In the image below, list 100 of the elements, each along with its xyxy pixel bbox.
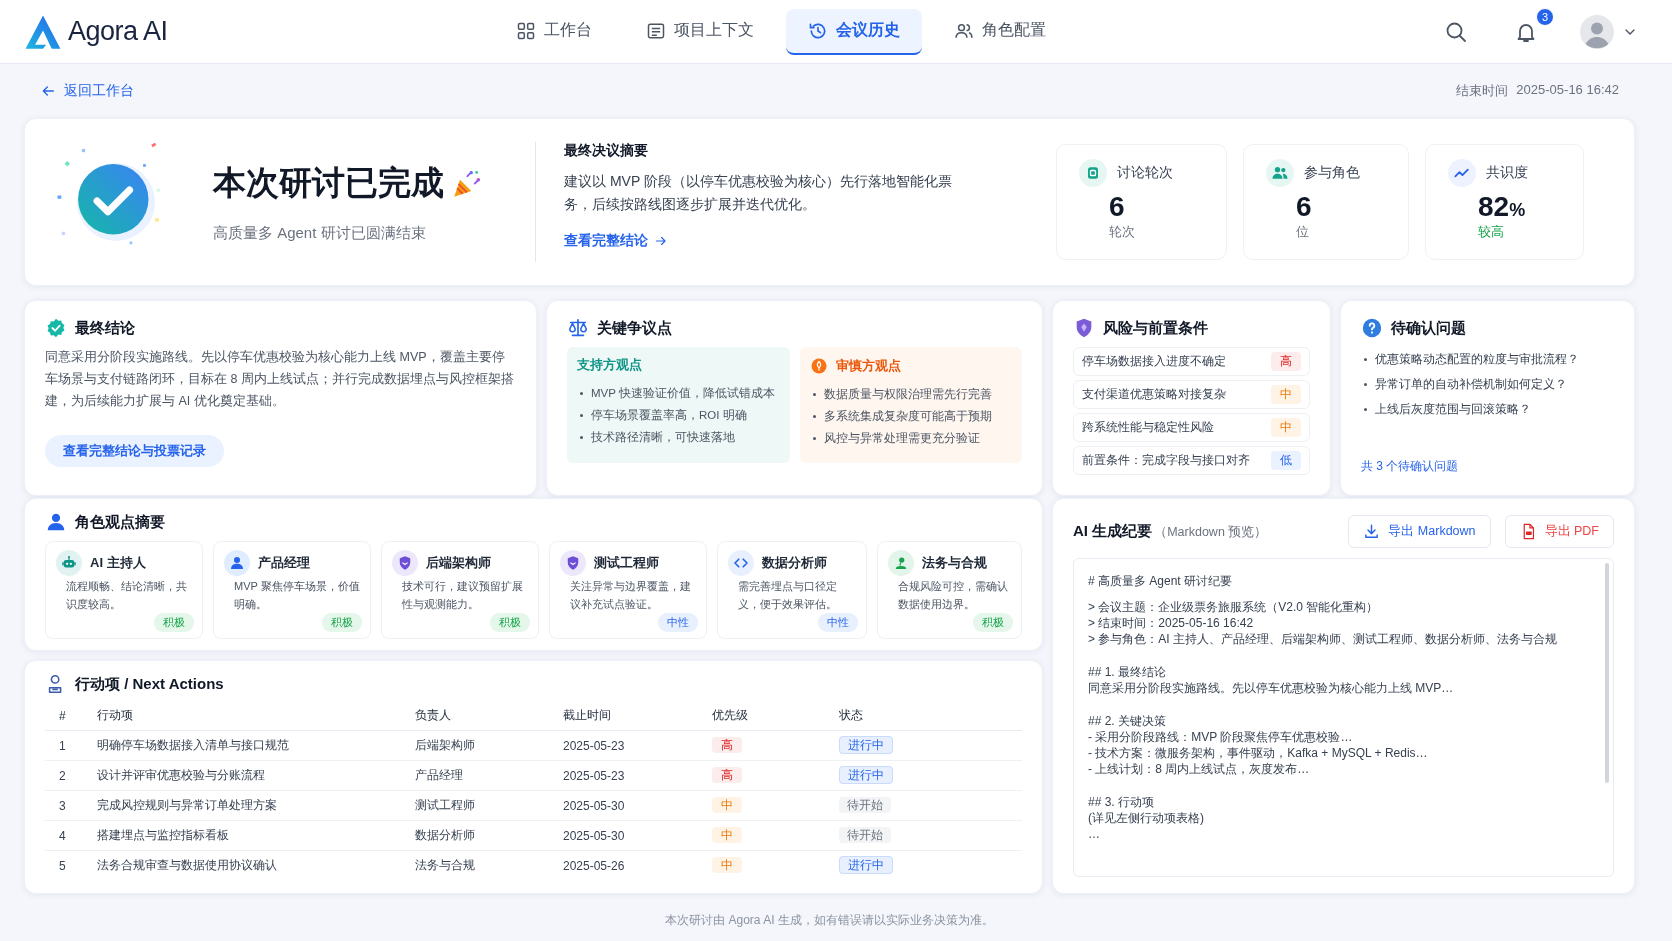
- table-cell: 数据分析师: [415, 820, 563, 851]
- priority-tag: 中: [712, 857, 742, 874]
- back-link[interactable]: 返回工作台: [40, 82, 134, 100]
- card-title: 角色观点摘要: [75, 512, 165, 532]
- table-cell: 后端架构师: [415, 730, 563, 761]
- markdown-line: ## 2. 关键决策: [1088, 713, 1168, 729]
- markdown-line: - 采用分阶段路线：MVP 阶段聚焦停车优惠校验…: [1088, 729, 1354, 745]
- stat-unit: %: [1509, 200, 1526, 221]
- priority-tag: 中: [712, 797, 742, 813]
- table-cell: 明确停车场数据接入清单与接口规范: [97, 730, 415, 761]
- column-header: #: [45, 703, 97, 731]
- stat-label: 参与角色: [1304, 164, 1360, 182]
- card-title: AI 生成纪要: [1073, 522, 1153, 541]
- table-cell: 2025-05-26: [563, 850, 712, 881]
- stance-tag: 中性: [818, 613, 858, 633]
- export-button[interactable]: 导出 PDF: [1504, 515, 1614, 548]
- arrow-left-icon: [40, 83, 56, 99]
- table-cell: 2025-05-30: [563, 790, 712, 821]
- bullet-point: 技术路径清晰，可快速落地: [591, 430, 735, 445]
- markdown-line: (详见左侧行动项表格): [1088, 810, 1205, 826]
- risk-text: 支付渠道优惠策略对接复杂: [1082, 386, 1226, 403]
- question-icon: [1361, 317, 1383, 339]
- priority-tag: 高: [712, 737, 742, 753]
- stat-label: 共识度: [1486, 164, 1528, 182]
- nav-tab[interactable]: 角色配置: [932, 8, 1068, 55]
- markdown-line: …: [1088, 826, 1101, 842]
- column-header: 状态: [839, 703, 1022, 731]
- verified-badge-icon: [45, 317, 67, 339]
- footer-note: 本次研讨由 Agora AI 生成，如有错误请以实际业务决策为准。: [664, 912, 995, 929]
- panel-title: 审慎方观点: [835, 357, 901, 375]
- avatar-icon: [1580, 14, 1614, 49]
- logo-text: Agora AI: [68, 16, 168, 47]
- table-cell: 5: [45, 850, 97, 881]
- risk-text: 跨系统性能与稳定性风险: [1082, 419, 1214, 436]
- stance-tag: 积极: [322, 613, 362, 633]
- role-opinion: 技术可行，建议预留扩展性与观测能力。: [402, 579, 524, 612]
- table-cell: 2: [45, 760, 97, 791]
- priority-tag: 中: [712, 827, 742, 843]
- role-opinion: 合规风险可控，需确认数据使用边界。: [898, 579, 1009, 612]
- stat-caption: 轮次: [1109, 223, 1136, 241]
- view-votes-button[interactable]: 查看完整结论与投票记录: [45, 434, 224, 467]
- grid-icon: [516, 20, 536, 41]
- nav-tab[interactable]: 会议历史: [786, 8, 922, 55]
- bullet-point: 多系统集成复杂度可能高于预期: [823, 409, 992, 424]
- status-tag: 进行中: [839, 736, 893, 754]
- export-button[interactable]: 导出 Markdown: [1348, 515, 1491, 548]
- markdown-line: > 参与角色：AI 主持人、产品经理、后端架构师、测试工程师、数据分析师、法务与合规: [1088, 631, 1558, 647]
- role-opinion: 需完善埋点与口径定义，便于效果评估。: [738, 579, 838, 612]
- conclusion-text: 同意采用分阶段实施路线。先以停车优惠校验为核心能力上线 MVP，覆盖主要停车场景与支付链路闭环，目标在 8 周内上线试点；并行完成数据埋点与风控框架搭建，为后续能力扩展与 AI 优化奠定基础。: [45, 349, 515, 410]
- role-name: 数据分析师: [762, 554, 827, 572]
- markdown-line: ## 1. 最终结论: [1088, 664, 1168, 680]
- bullet-point: 风控与异常处理需更充分验证: [823, 431, 980, 446]
- markdown-line: > 结束时间：2025-05-16 16:42: [1088, 615, 1255, 631]
- role-opinion: 流程顺畅、结论清晰，共识度较高。: [66, 579, 188, 612]
- markdown-line: - 上线计划：8 周内上线试点，灰度发布…: [1088, 761, 1311, 777]
- card-title: 最终结论: [75, 318, 135, 338]
- download-icon: [1363, 523, 1381, 540]
- role-opinion: MVP 聚焦停车场景，价值明确。: [234, 579, 361, 612]
- status-tag: 进行中: [839, 856, 893, 875]
- completion-subtitle: 高质量多 Agent 研讨已圆满结束: [213, 224, 427, 243]
- markdown-line: > 会议主题：企业级票务旅服系统（V2.0 智能化重构）: [1088, 599, 1380, 615]
- card-title: 待确认问题: [1391, 318, 1466, 338]
- status-tag: 待开始: [839, 827, 891, 843]
- table-cell: 产品经理: [415, 760, 563, 791]
- card-title: 风险与前置条件: [1103, 318, 1208, 338]
- nav-tab[interactable]: 工作台: [494, 8, 614, 55]
- person-icon: [45, 511, 67, 533]
- status-tag: 待开始: [839, 797, 891, 813]
- risk-level: 低: [1271, 451, 1301, 470]
- pending-count-link[interactable]: 共 3 个待确认问题: [1361, 458, 1614, 479]
- table-cell: 搭建埋点与监控指标看板: [97, 820, 415, 851]
- role-name: 法务与合规: [922, 554, 987, 572]
- markdown-line: 同意采用分阶段实施路线。先以停车优惠校验为核心能力上线 MVP…: [1088, 680, 1455, 696]
- stat-value: 6: [1296, 191, 1312, 223]
- question-text: 异常订单的自动补偿机制如何定义？: [1375, 376, 1567, 393]
- completion-title: 本次研讨已完成: [213, 163, 444, 203]
- risk-level: 中: [1271, 418, 1301, 437]
- stance-tag: 积极: [490, 613, 530, 633]
- risk-text: 前置条件：完成字段与接口对齐: [1082, 452, 1250, 469]
- card-title: 关键争议点: [597, 318, 672, 338]
- column-header: 截止时间: [563, 703, 712, 731]
- decision-title: 最终决议摘要: [564, 142, 649, 160]
- role-name: 产品经理: [258, 554, 310, 572]
- table-cell: 测试工程师: [415, 790, 563, 821]
- nav-tab[interactable]: 项目上下文: [624, 8, 776, 55]
- priority-tag: 高: [712, 767, 742, 783]
- card-title: 行动项 / Next Actions: [75, 674, 224, 694]
- table-cell: 法务合规审查与数据使用协议确认: [97, 850, 415, 881]
- stat-value: 6: [1109, 191, 1125, 223]
- table-cell: 完成风控规则与异常订单处理方案: [97, 790, 415, 821]
- question-text: 上线后灰度范围与回滚策略？: [1375, 401, 1531, 418]
- scrollbar[interactable]: [1605, 563, 1609, 783]
- view-conclusion-link[interactable]: 查看完整结论: [564, 232, 668, 251]
- role-name: AI 主持人: [90, 554, 146, 572]
- table-cell: 设计并评审优惠校验与分账流程: [97, 760, 415, 791]
- role-name: 测试工程师: [594, 554, 659, 572]
- column-header: 行动项: [97, 703, 415, 731]
- bullet-point: 停车场景覆盖率高，ROI 明确: [591, 408, 747, 423]
- notification-count: 3: [1536, 7, 1554, 26]
- status-tag: 进行中: [839, 766, 893, 784]
